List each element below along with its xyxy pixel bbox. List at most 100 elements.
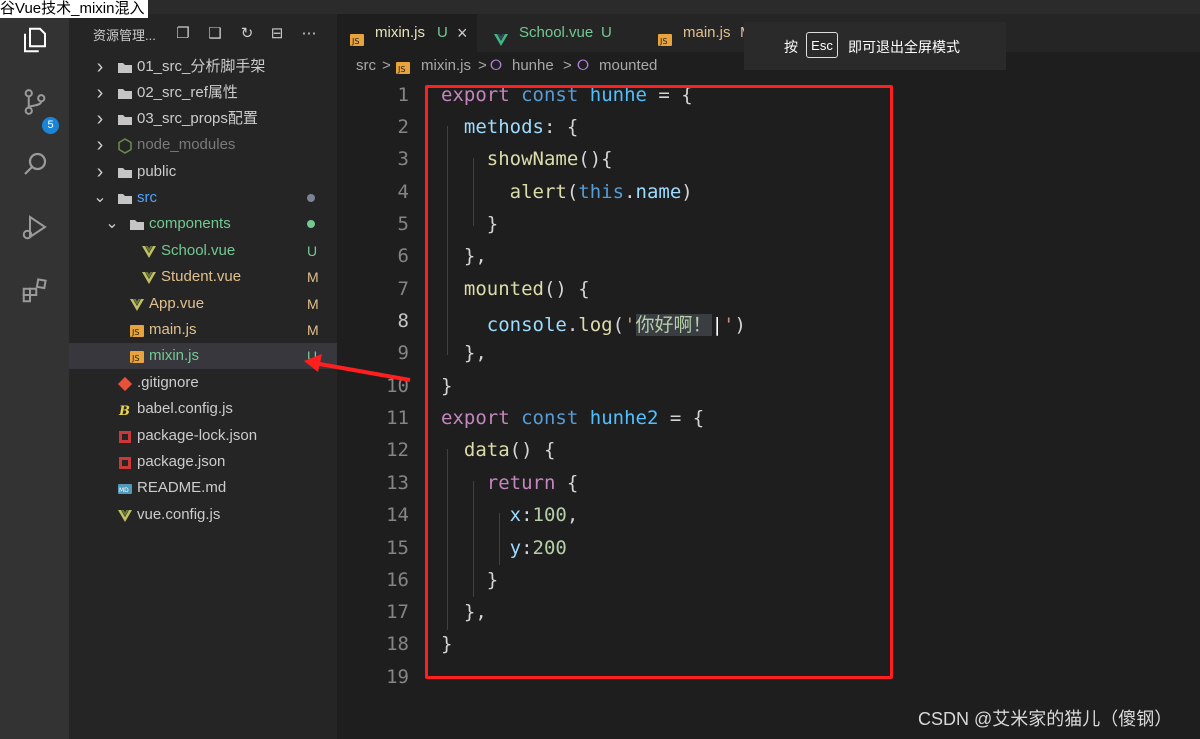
- tab-status: U: [437, 24, 448, 41]
- chevron-right-icon[interactable]: ›: [93, 159, 107, 185]
- svg-text:JS: JS: [659, 37, 667, 46]
- tree-item-main-js[interactable]: JS main.js M: [69, 317, 337, 343]
- breadcrumb-separator: >: [382, 57, 391, 74]
- tree-item-label: School.vue: [161, 242, 236, 259]
- tree-item-mixin-js[interactable]: JS mixin.js U: [69, 343, 337, 369]
- vue-file-icon: [141, 269, 157, 285]
- npm-file-icon: [117, 454, 133, 470]
- tab-school-vue[interactable]: School.vue U: [477, 14, 637, 52]
- breadcrumb-file[interactable]: mixin.js: [421, 52, 471, 80]
- tree-item-label: 03_src_props配置: [137, 110, 258, 127]
- tree-item-school-vue[interactable]: School.vue U: [69, 238, 337, 264]
- svg-text:JS: JS: [397, 65, 405, 74]
- video-title: 谷Vue技术_mixin混入: [0, 0, 149, 18]
- tree-item-package-json[interactable]: package.json: [69, 449, 337, 475]
- chevron-right-icon[interactable]: ›: [93, 54, 107, 80]
- explorer-header: 资源管理... ❐ ❑ ↻ ⊟ ⋯: [69, 14, 337, 54]
- vue-file-icon: [141, 243, 157, 259]
- tree-item-app-vue[interactable]: App.vue M: [69, 291, 337, 317]
- tree-item-gitignore[interactable]: .gitignore: [69, 370, 337, 396]
- git-file-icon: [117, 375, 133, 392]
- tree-item-label: vue.config.js: [137, 506, 221, 523]
- close-tab-icon[interactable]: ×: [457, 14, 468, 52]
- breadcrumb-symbol[interactable]: hunhe: [512, 52, 554, 80]
- extensions-icon[interactable]: [17, 272, 53, 308]
- svg-text:JS: JS: [131, 328, 139, 337]
- npm-file-icon: [117, 428, 133, 444]
- tree-item-node-modules[interactable]: › node_modules: [69, 132, 337, 158]
- code-line: }: [441, 569, 499, 591]
- js-file-icon: JS: [129, 348, 145, 364]
- new-folder-icon[interactable]: ❑: [205, 24, 225, 44]
- breadcrumb-method[interactable]: mounted: [599, 52, 657, 80]
- chevron-right-icon[interactable]: ›: [93, 106, 107, 132]
- breadcrumb-separator: >: [563, 57, 572, 74]
- tree-item-babel-config-js[interactable]: Bbabel.config.js: [69, 396, 337, 422]
- editor-area: JS mixin.js U × School.vue U JS main.js …: [337, 14, 1200, 739]
- tree-item-02-src-ref[interactable]: › 02_src_ref属性: [69, 80, 337, 106]
- folder-file-icon: [117, 164, 133, 180]
- run-debug-icon[interactable]: [17, 209, 53, 245]
- esc-hint-prefix: 按: [784, 39, 798, 55]
- annotation-arrow-icon: [304, 354, 411, 382]
- tree-item-label: README.md: [137, 479, 227, 496]
- breadcrumb-folder[interactable]: src: [356, 52, 376, 80]
- refresh-icon[interactable]: ↻: [237, 24, 257, 44]
- code-line: export const hunhe = {: [441, 84, 693, 106]
- git-status-badge: M: [307, 269, 319, 285]
- more-icon[interactable]: ⋯: [299, 24, 319, 44]
- vue-file-icon: [117, 507, 133, 523]
- svg-text:JS: JS: [131, 354, 139, 363]
- line-number: 17: [386, 601, 409, 623]
- git-status-badge: U: [307, 243, 318, 259]
- tree-item-src[interactable]: ⌄ src: [69, 185, 337, 211]
- tree-item-vue-config-js[interactable]: vue.config.js: [69, 502, 337, 528]
- source-control-icon[interactable]: [17, 84, 53, 120]
- js-file-icon: JS: [349, 25, 365, 46]
- explorer-sidebar: 资源管理... ❐ ❑ ↻ ⊟ ⋯ › 01_src_分析脚手架 › 02_src_r…: [69, 14, 337, 739]
- code-line: methods: {: [463, 116, 579, 138]
- code-line: return {: [486, 472, 579, 494]
- tree-item-package-lock-json[interactable]: package-lock.json: [69, 423, 337, 449]
- tree-item-label: package-lock.json: [137, 427, 258, 444]
- tab-main-js[interactable]: JS main.js M: [637, 14, 757, 52]
- explorer-icon[interactable]: [17, 22, 53, 58]
- js-file-icon: JS: [129, 322, 145, 338]
- tab-label: main.js: [683, 24, 731, 41]
- tree-item-label: package.json: [137, 453, 226, 470]
- tab-mixin-js[interactable]: JS mixin.js U ×: [337, 14, 477, 52]
- collapse-icon[interactable]: ⊟: [267, 24, 287, 44]
- esc-key: Esc: [806, 32, 838, 58]
- git-status-badge: M: [307, 296, 319, 312]
- line-number: 19: [386, 666, 409, 688]
- folder-file-icon: [117, 85, 133, 101]
- new-file-icon[interactable]: ❐: [173, 24, 193, 44]
- tree-item-components[interactable]: ⌄ components: [69, 211, 337, 237]
- js-file-icon: JS: [395, 58, 411, 74]
- tree-item-public[interactable]: › public: [69, 159, 337, 185]
- chevron-down-icon[interactable]: ⌄: [105, 211, 119, 237]
- code-line: },: [441, 342, 487, 364]
- esc-hint-suffix: 即可退出全屏模式: [848, 39, 960, 55]
- tab-label: School.vue: [519, 24, 594, 41]
- code-line: },: [441, 601, 487, 623]
- chevron-down-icon[interactable]: ⌄: [93, 185, 107, 211]
- folder-file-icon: [129, 216, 145, 232]
- tree-item-01-src[interactable]: › 01_src_分析脚手架: [69, 54, 337, 80]
- chevron-right-icon[interactable]: ›: [93, 80, 107, 106]
- line-number: 13: [386, 472, 409, 494]
- tab-label: mixin.js: [375, 24, 426, 41]
- search-icon[interactable]: [17, 146, 53, 182]
- watermark: CSDN @艾米家的猫儿（傻钢）: [918, 709, 1173, 729]
- chevron-right-icon[interactable]: ›: [93, 132, 107, 158]
- title-bar: [0, 0, 1200, 14]
- code-line: }: [441, 375, 453, 397]
- tree-item-03-src-props[interactable]: › 03_src_props配置: [69, 106, 337, 132]
- folder-file-icon: [117, 111, 133, 127]
- vue-file-icon: [129, 296, 145, 312]
- tree-item-label: public: [137, 163, 177, 180]
- tree-item-student-vue[interactable]: Student.vue M: [69, 264, 337, 290]
- tree-item-readme-md[interactable]: MD README.md: [69, 475, 337, 501]
- line-number: 8: [397, 310, 409, 332]
- code-line: }: [441, 213, 499, 235]
